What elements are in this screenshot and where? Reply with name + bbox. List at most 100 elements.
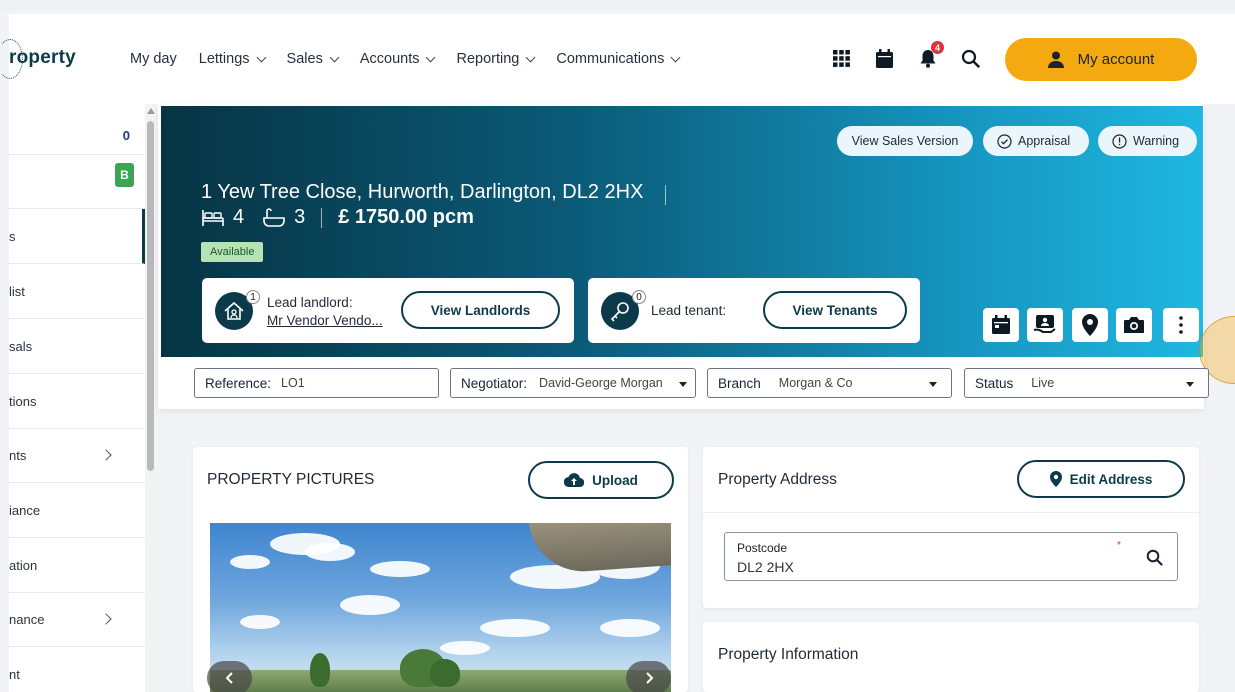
- button-label: Warning: [1133, 134, 1180, 148]
- map-pin-icon: [1082, 314, 1098, 336]
- chevron-down-icon: [670, 52, 681, 62]
- chevron-right-icon: [100, 613, 112, 625]
- logo[interactable]: roperty: [9, 47, 76, 69]
- button-label: View Landlords: [430, 302, 531, 318]
- sidebar-item-label: ation: [9, 557, 38, 573]
- chevron-down-icon: [329, 52, 340, 62]
- sidebar-item-label: list: [9, 283, 25, 299]
- location-button[interactable]: [1072, 308, 1108, 342]
- field-value: LO1: [281, 376, 305, 390]
- nav-communications[interactable]: Communications: [556, 51, 681, 67]
- button-label: View Tenants: [792, 302, 878, 318]
- postcode-field[interactable]: Postcode * DL2 2HX: [724, 532, 1178, 581]
- lead-tenant-card: 0 Lead tenant: View Tenants: [588, 278, 920, 343]
- search-icon[interactable]: [960, 48, 981, 69]
- property-address-heading: Property Address: [718, 471, 837, 488]
- view-sales-version-button[interactable]: View Sales Version: [837, 126, 973, 156]
- sidebar-item[interactable]: nts: [9, 428, 145, 483]
- appraisal-button[interactable]: Appraisal: [983, 126, 1089, 156]
- divider: [703, 512, 1199, 513]
- calendar-action-button[interactable]: [983, 308, 1019, 342]
- view-landlords-button[interactable]: View Landlords: [401, 291, 560, 329]
- sidebar-item[interactable]: ation: [9, 538, 145, 593]
- carousel-prev-button[interactable]: [207, 661, 252, 692]
- chevron-left-icon: [225, 672, 233, 684]
- nav-sales[interactable]: Sales: [287, 51, 340, 67]
- more-vertical-icon: [1179, 316, 1183, 334]
- sidebar-item-label: tions: [9, 393, 37, 409]
- bedroom-count: 4: [233, 206, 245, 228]
- property-pictures-title: PROPERTY PICTURES: [207, 471, 375, 488]
- negotiator-select[interactable]: Negotiator: David-George Morgan: [450, 368, 696, 398]
- lead-landlord-link[interactable]: Mr Vendor Vendo...: [267, 313, 383, 328]
- user-icon: [1047, 51, 1064, 68]
- bathroom-count: 3: [294, 206, 306, 228]
- branch-select[interactable]: Branch Morgan & Co: [707, 368, 952, 398]
- sidebar-item-label: sals: [9, 338, 33, 354]
- camera-button[interactable]: [1116, 308, 1152, 342]
- sidebar-item-label: nts: [9, 447, 27, 463]
- view-tenants-button[interactable]: View Tenants: [763, 291, 907, 329]
- sidebar-item-label: nt: [9, 667, 20, 682]
- property-specs: 4 3 £ 1750.00 pcm: [201, 206, 474, 229]
- sidebar: 0 B s list sals tions nts iance ation na…: [9, 104, 145, 692]
- postcode-value: DL2 2HX: [737, 559, 794, 575]
- status-badge: Available: [201, 242, 264, 262]
- id-card-hand-icon: [1033, 315, 1056, 333]
- chevron-right-icon: [645, 672, 653, 684]
- map-pin-icon: [1049, 471, 1062, 487]
- lead-tenant-label: Lead tenant:: [651, 303, 727, 318]
- sidebar-item[interactable]: nt: [9, 647, 145, 692]
- upload-button[interactable]: Upload: [528, 461, 674, 499]
- notification-badge: 4: [931, 41, 944, 54]
- required-mark: *: [1117, 540, 1121, 551]
- scroll-thumb[interactable]: [147, 121, 154, 471]
- button-label: View Sales Version: [851, 134, 959, 148]
- apps-grid-icon[interactable]: [831, 48, 852, 69]
- status-select[interactable]: Status Live: [964, 368, 1209, 398]
- sidebar-item[interactable]: sals: [9, 319, 145, 374]
- nav-reporting[interactable]: Reporting: [456, 51, 536, 67]
- reference-field[interactable]: Reference: LO1: [194, 368, 439, 398]
- lead-landlord-card: 1 Lead landlord: Mr Vendor Vendo... View…: [202, 278, 574, 343]
- sidebar-item[interactable]: nance: [9, 592, 145, 647]
- calendar-icon[interactable]: [874, 48, 895, 69]
- contact-card-button[interactable]: [1027, 308, 1063, 342]
- sidebar-item[interactable]: s: [9, 209, 145, 264]
- nav-label: Reporting: [456, 51, 520, 67]
- sidebar-item[interactable]: iance: [9, 483, 145, 538]
- warning-button[interactable]: Warning: [1098, 126, 1197, 156]
- sidebar-scrollbar[interactable]: [146, 107, 155, 692]
- more-options-button[interactable]: [1163, 308, 1199, 342]
- landlord-count: 1: [246, 290, 260, 304]
- branch-badge: B: [115, 163, 134, 187]
- divider: [665, 185, 666, 205]
- property-information-heading: Property Information: [718, 646, 859, 663]
- sidebar-item[interactable]: tions: [9, 374, 145, 429]
- my-account-button[interactable]: My account: [1005, 38, 1197, 81]
- field-value: Live: [1031, 376, 1055, 390]
- carousel-next-button[interactable]: [626, 661, 671, 692]
- nav-accounts[interactable]: Accounts: [359, 51, 436, 67]
- property-photo: [210, 523, 671, 692]
- field-label: Negotiator:: [461, 375, 528, 391]
- main-nav: My day Lettings Sales Accounts Reporting…: [130, 51, 681, 67]
- camera-icon: [1124, 317, 1144, 333]
- top-header: roperty My day Lettings Sales Accounts R…: [0, 14, 1235, 104]
- nav-lettings[interactable]: Lettings: [199, 51, 266, 67]
- nav-my-day[interactable]: My day: [130, 51, 177, 67]
- scroll-up-arrow-icon[interactable]: [147, 108, 155, 114]
- sidebar-item[interactable]: list: [9, 264, 145, 319]
- search-icon[interactable]: [1146, 549, 1163, 566]
- nav-label: My day: [130, 51, 177, 67]
- button-label: Appraisal: [1018, 134, 1071, 148]
- nav-label: Accounts: [359, 51, 420, 67]
- edit-address-button[interactable]: Edit Address: [1017, 460, 1185, 498]
- dropdown-caret-icon: [679, 382, 687, 387]
- notifications-bell-icon[interactable]: 4: [917, 41, 944, 69]
- check-circle-icon: [997, 133, 1012, 149]
- chevron-right-icon: [100, 449, 112, 461]
- divider: [9, 154, 145, 155]
- postcode-label: Postcode: [737, 541, 788, 555]
- button-label: Edit Address: [1069, 471, 1153, 487]
